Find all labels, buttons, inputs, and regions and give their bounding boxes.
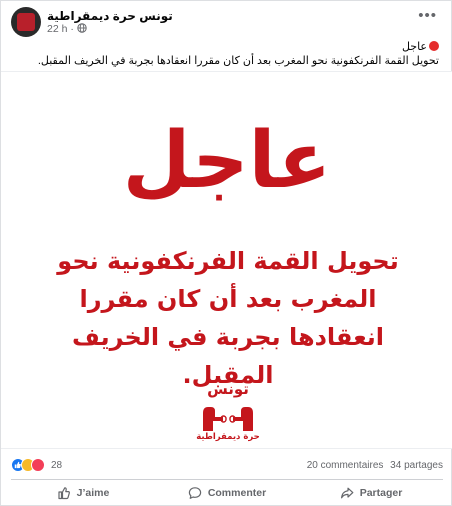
globe-icon <box>77 23 87 33</box>
comment-button[interactable]: Commenter <box>155 481 299 505</box>
post-caption: عاجل تحويل القمة الفرنكفونية نحو المغرب … <box>19 40 439 68</box>
thumb-up-icon <box>58 487 70 500</box>
like-button[interactable]: J’aime <box>11 481 155 505</box>
post-image[interactable]: عاجل تحويل القمة الفرنكفونية نحو المغرب … <box>1 71 452 449</box>
comments-shares: 20 commentaires 34 partages <box>307 460 443 471</box>
post-time[interactable]: 22 h <box>47 23 67 35</box>
image-headline-body: تحويل القمة الفرنكفونية نحو المغرب بعد أ… <box>57 247 399 389</box>
comment-count-link[interactable]: 20 commentaires <box>307 460 384 471</box>
post-meta: 22 h · <box>47 23 87 35</box>
logo-subtitle: حرة ديمقراطية <box>196 432 260 442</box>
comment-bubble-icon <box>188 487 202 499</box>
caption-title-line: عاجل <box>19 40 439 54</box>
image-headline-big: عاجل <box>122 116 332 206</box>
post-card: تونس حرة ديمقراطية 22 h · ••• عاجل تحويل… <box>0 0 452 506</box>
share-count-link[interactable]: 34 partages <box>390 460 443 471</box>
brand-logo: تونس حرة ديمقراطية <box>191 380 265 446</box>
page-avatar[interactable] <box>11 7 41 37</box>
more-options-icon[interactable]: ••• <box>418 8 437 23</box>
share-button[interactable]: Partager <box>299 481 443 505</box>
share-arrow-icon <box>340 487 354 499</box>
engagement-stats: 28 20 commentaires 34 partages <box>11 457 443 475</box>
caption-prefix: عاجل <box>401 41 427 53</box>
page-name-link[interactable]: تونس حرة ديمقراطية <box>47 9 173 23</box>
reaction-count[interactable]: 28 <box>51 460 62 471</box>
action-divider <box>11 479 443 480</box>
love-icon <box>31 458 45 472</box>
share-label: Partager <box>359 487 403 499</box>
red-circle-icon <box>429 41 439 51</box>
like-label: J’aime <box>76 487 110 499</box>
caption-body: تحويل القمة الفرنكفونية نحو المغرب بعد أ… <box>37 55 439 67</box>
dot-separator: · <box>70 23 74 35</box>
post-header: تونس حرة ديمقراطية 22 h · ••• <box>11 7 441 37</box>
logo-title: تونس <box>207 380 249 398</box>
reactions-summary[interactable] <box>11 458 47 472</box>
comment-label: Commenter <box>207 487 267 499</box>
action-bar: J’aime Commenter Partager <box>11 481 443 505</box>
broken-chain-icon <box>203 407 253 431</box>
